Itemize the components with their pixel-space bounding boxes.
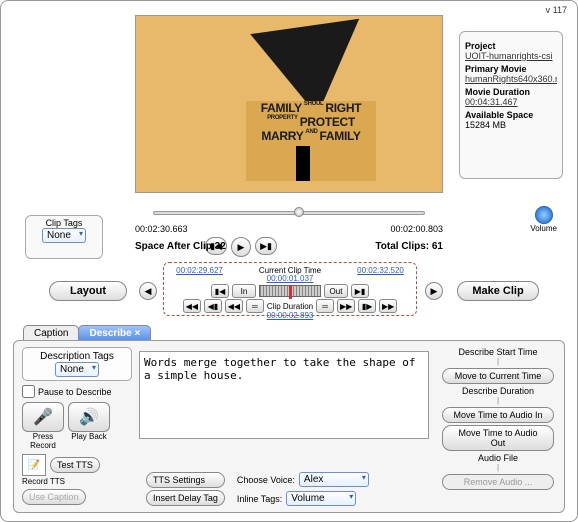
describe-duration-label: Describe Duration — [438, 386, 558, 396]
insert-delay-tag-button[interactable]: Insert Delay Tag — [146, 490, 225, 506]
scrubber-thumb[interactable] — [294, 207, 304, 217]
set-out-button[interactable]: Out — [324, 284, 348, 298]
describe-start-time-label: Describe Start Time — [438, 347, 558, 357]
clip-duration-label: Clip Duration — [267, 302, 313, 311]
movie-duration-label: Movie Duration — [465, 87, 557, 97]
description-tags-select[interactable]: None — [55, 362, 99, 377]
clip-out-time[interactable]: 00:02:32.520 — [357, 266, 404, 275]
play-back-button[interactable]: 🔊 — [68, 402, 110, 432]
description-textarea[interactable]: Words merge together to take the shape o… — [139, 351, 429, 439]
move-time-audio-out-button[interactable]: Move Time to Audio Out — [442, 425, 554, 451]
frame-back-button[interactable]: ◀▮ — [204, 299, 222, 313]
move-to-current-time-button[interactable]: Move to Current Time — [442, 368, 554, 384]
speaker-icon: 🔊 — [79, 407, 99, 427]
project-label: Project — [465, 41, 557, 51]
video-art-words: FAMILYSHOULRIGHTPROPERTYPROTECTMARRYANDF… — [246, 101, 376, 181]
record-tts-icon[interactable]: 📝 — [22, 454, 46, 476]
inline-tags-label: Inline Tags: — [237, 494, 282, 504]
clip-duration-value: 00:00:02.893 — [267, 311, 314, 320]
pause-to-describe-checkbox[interactable] — [22, 385, 35, 398]
move-time-audio-in-button[interactable]: Move Time to Audio In — [442, 407, 554, 423]
go-end-button[interactable]: ▶▮ — [351, 284, 369, 298]
movie-duration-value: 00:04:31.467 — [465, 97, 557, 107]
next-clip-button[interactable]: ▶ — [425, 282, 443, 300]
video-art-door — [296, 146, 310, 181]
choose-voice-label: Choose Voice: — [237, 475, 295, 485]
current-clip-time-value: 00:00:01.037 — [267, 274, 314, 283]
video-preview: FAMILYSHOULRIGHTPROPERTYPROTECTMARRYANDF… — [135, 15, 443, 193]
go-start-button[interactable]: ▮◀ — [211, 284, 229, 298]
rewind-button[interactable]: ◀◀ — [225, 299, 243, 313]
total-clips-value: 61 — [432, 241, 443, 252]
tabs: Caption Describe × — [23, 325, 150, 341]
clip-tags-title: Clip Tags — [30, 218, 98, 228]
test-tts-button[interactable]: Test TTS — [50, 457, 100, 473]
tts-settings-button[interactable]: TTS Settings — [146, 472, 225, 488]
prev-clip-button[interactable]: ◀ — [139, 282, 157, 300]
description-tags-title: Description Tags — [26, 351, 128, 362]
press-record-button[interactable]: 🎤 — [22, 402, 64, 432]
volume-control[interactable]: Volume — [530, 206, 557, 233]
frame-fwd-button[interactable]: ▮▶ — [358, 299, 376, 313]
fastfwd-button[interactable]: ▶▶ — [337, 299, 355, 313]
play-back-label: Play Back — [68, 432, 110, 450]
microphone-icon: 🎤 — [33, 407, 53, 427]
layout-button[interactable]: Layout — [49, 281, 127, 301]
primary-movie-value[interactable]: humanRights640x360.m — [465, 74, 557, 84]
choose-voice-select[interactable]: Alex — [299, 472, 369, 487]
pause-to-describe-label: Pause to Describe — [38, 387, 112, 397]
pause2-button[interactable]: ═ — [316, 299, 334, 313]
use-caption-button[interactable]: Use Caption — [22, 489, 86, 505]
remove-audio-button[interactable]: Remove Audio ... — [442, 474, 554, 490]
make-clip-button[interactable]: Make Clip — [457, 281, 539, 301]
scrubber-time-right: 00:02:00.803 — [390, 224, 443, 234]
skip-prev-button[interactable]: ◀◀ — [183, 299, 201, 313]
total-clips-label: Total Clips: — [375, 241, 429, 252]
clip-tags-panel: Clip Tags None — [25, 215, 103, 259]
project-value[interactable]: UOIT-humanrights-csi — [465, 51, 557, 61]
pause-button[interactable]: ═ — [246, 299, 264, 313]
inline-tags-select[interactable]: Volume — [286, 491, 356, 506]
press-record-label: Press Record — [22, 432, 64, 450]
tab-caption[interactable]: Caption — [23, 325, 79, 341]
info-panel: Project UOIT-humanrights-csi Primary Mov… — [459, 31, 563, 179]
clip-editor: 00:02:29.627 Current Clip Time 00:02:32.… — [163, 262, 417, 316]
space-after-label: Space After Clip 32 — [135, 241, 226, 252]
clip-in-time[interactable]: 00:02:29.627 — [176, 266, 223, 275]
available-space-value: 15284 MB — [465, 120, 557, 130]
primary-movie-label: Primary Movie — [465, 64, 557, 74]
describe-panel: Description Tags None Pause to Describe … — [13, 340, 565, 513]
volume-label: Volume — [530, 224, 557, 233]
scrubber-time-left: 00:02:30.663 — [135, 224, 188, 234]
available-space-label: Available Space — [465, 110, 557, 120]
jog-wheel[interactable] — [259, 285, 321, 297]
skip-next-button[interactable]: ▶▶ — [379, 299, 397, 313]
tab-describe[interactable]: Describe × — [78, 325, 151, 341]
description-tags-panel: Description Tags None — [22, 347, 132, 381]
main-scrubber[interactable] — [135, 205, 443, 221]
clip-tags-select[interactable]: None — [42, 228, 86, 243]
set-in-button[interactable]: In — [232, 284, 256, 298]
version-label: v 117 — [546, 5, 567, 15]
tab-close-icon[interactable]: × — [135, 328, 141, 339]
record-tts-label: Record TTS — [22, 477, 132, 486]
audio-file-label: Audio File — [438, 453, 558, 463]
volume-knob-icon[interactable] — [535, 206, 553, 224]
